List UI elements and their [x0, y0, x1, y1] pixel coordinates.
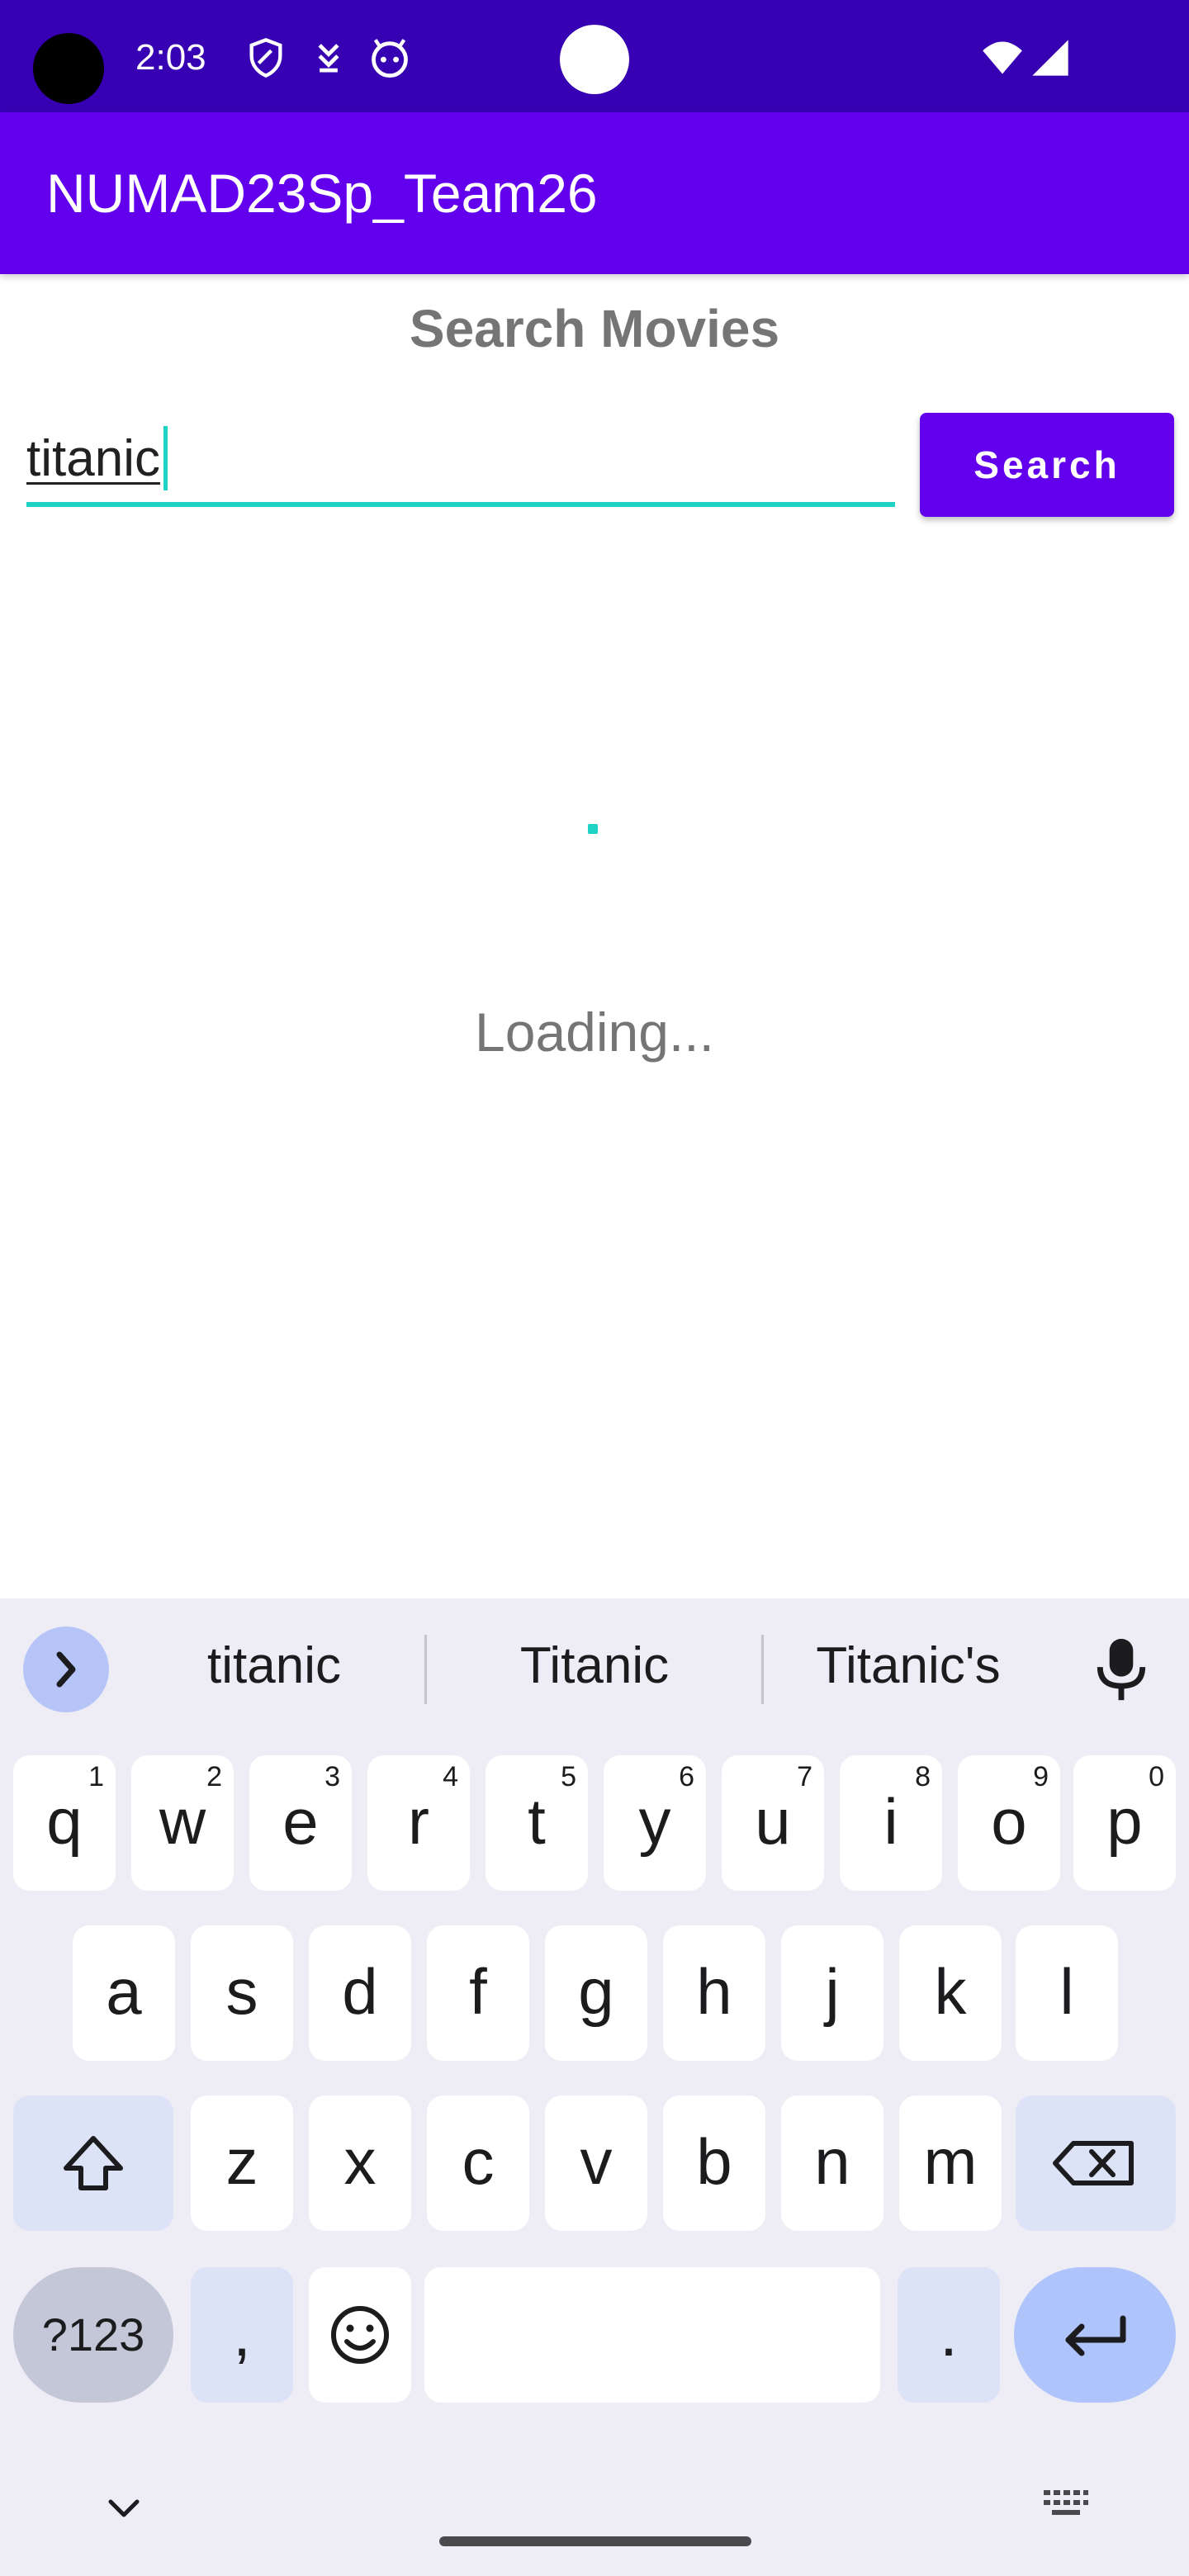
- home-gesture-bar[interactable]: [439, 2536, 751, 2546]
- key-g[interactable]: g: [545, 1925, 647, 2061]
- soft-keyboard: titanic Titanic Titanic's: [0, 1598, 1189, 2576]
- camera-cutout: [33, 33, 104, 104]
- key-d[interactable]: d: [309, 1925, 411, 2061]
- key-r[interactable]: r4: [367, 1755, 470, 1891]
- key-p[interactable]: p0: [1073, 1755, 1176, 1891]
- shift-icon: [64, 2136, 123, 2190]
- key-y[interactable]: y6: [604, 1755, 706, 1891]
- key-h[interactable]: h: [663, 1925, 765, 2061]
- enter-icon: [1065, 2315, 1126, 2356]
- suggestion-divider: [761, 1635, 764, 1704]
- key-x[interactable]: x: [309, 2095, 411, 2231]
- shield-icon: [249, 38, 282, 78]
- page-heading: Search Movies: [409, 299, 780, 358]
- key-q[interactable]: q1: [13, 1755, 116, 1891]
- suggestion-3[interactable]: Titanic's: [784, 1633, 1032, 1699]
- key-m[interactable]: m: [899, 2095, 1002, 2231]
- key-v[interactable]: v: [545, 2095, 647, 2231]
- status-time: 2:03: [135, 37, 206, 78]
- search-input-text[interactable]: titanic: [26, 426, 168, 492]
- enter-key[interactable]: [1014, 2267, 1176, 2403]
- keyboard-icon[interactable]: [1040, 2487, 1090, 2523]
- symbols-key[interactable]: ?123: [13, 2267, 173, 2403]
- key-k[interactable]: k: [899, 1925, 1002, 2061]
- shift-key[interactable]: [13, 2095, 173, 2231]
- key-c[interactable]: c: [427, 2095, 529, 2231]
- signal-icon: [1032, 40, 1068, 76]
- status-bar: 2:03: [0, 0, 1189, 112]
- period-key[interactable]: .: [898, 2267, 1000, 2403]
- key-f[interactable]: f: [427, 1925, 529, 2061]
- download-icon: [318, 44, 339, 73]
- key-n[interactable]: n: [781, 2095, 883, 2231]
- suggestion-2[interactable]: Titanic: [471, 1633, 718, 1699]
- key-z[interactable]: z: [191, 2095, 293, 2231]
- text-caret: [163, 426, 168, 490]
- key-s[interactable]: s: [191, 1925, 293, 2061]
- app-title: NUMAD23Sp_Team26: [46, 163, 598, 224]
- search-button[interactable]: Search: [920, 413, 1174, 517]
- key-l[interactable]: l: [1016, 1925, 1118, 2061]
- app-bar: NUMAD23Sp_Team26: [0, 112, 1189, 274]
- suggestion-1[interactable]: titanic: [150, 1633, 398, 1699]
- loading-text: Loading...: [475, 1002, 714, 1063]
- key-i[interactable]: i8: [840, 1755, 942, 1891]
- notification-dot: [560, 25, 629, 94]
- mic-icon[interactable]: [1092, 1636, 1151, 1702]
- key-w[interactable]: w2: [131, 1755, 234, 1891]
- chevron-down-icon[interactable]: [102, 2493, 145, 2523]
- android-face-icon: [372, 39, 408, 78]
- emoji-icon: [331, 2306, 389, 2364]
- key-u[interactable]: u7: [722, 1755, 824, 1891]
- search-input[interactable]: titanic: [26, 410, 895, 507]
- key-o[interactable]: o9: [958, 1755, 1060, 1891]
- suggestion-divider: [424, 1635, 427, 1704]
- space-key[interactable]: [424, 2267, 880, 2403]
- wifi-icon: [983, 41, 1022, 74]
- emoji-key[interactable]: [309, 2267, 411, 2403]
- backspace-key[interactable]: [1016, 2095, 1176, 2231]
- key-e[interactable]: e3: [249, 1755, 352, 1891]
- suggestions-expand-button[interactable]: [23, 1627, 109, 1712]
- chevron-right-icon: [56, 1651, 76, 1688]
- comma-key[interactable]: ,: [191, 2267, 293, 2403]
- key-j[interactable]: j: [781, 1925, 883, 2061]
- backspace-icon: [1053, 2141, 1134, 2185]
- key-t[interactable]: t5: [486, 1755, 588, 1891]
- loading-spinner: [588, 824, 598, 834]
- key-b[interactable]: b: [663, 2095, 765, 2231]
- key-a[interactable]: a: [73, 1925, 175, 2061]
